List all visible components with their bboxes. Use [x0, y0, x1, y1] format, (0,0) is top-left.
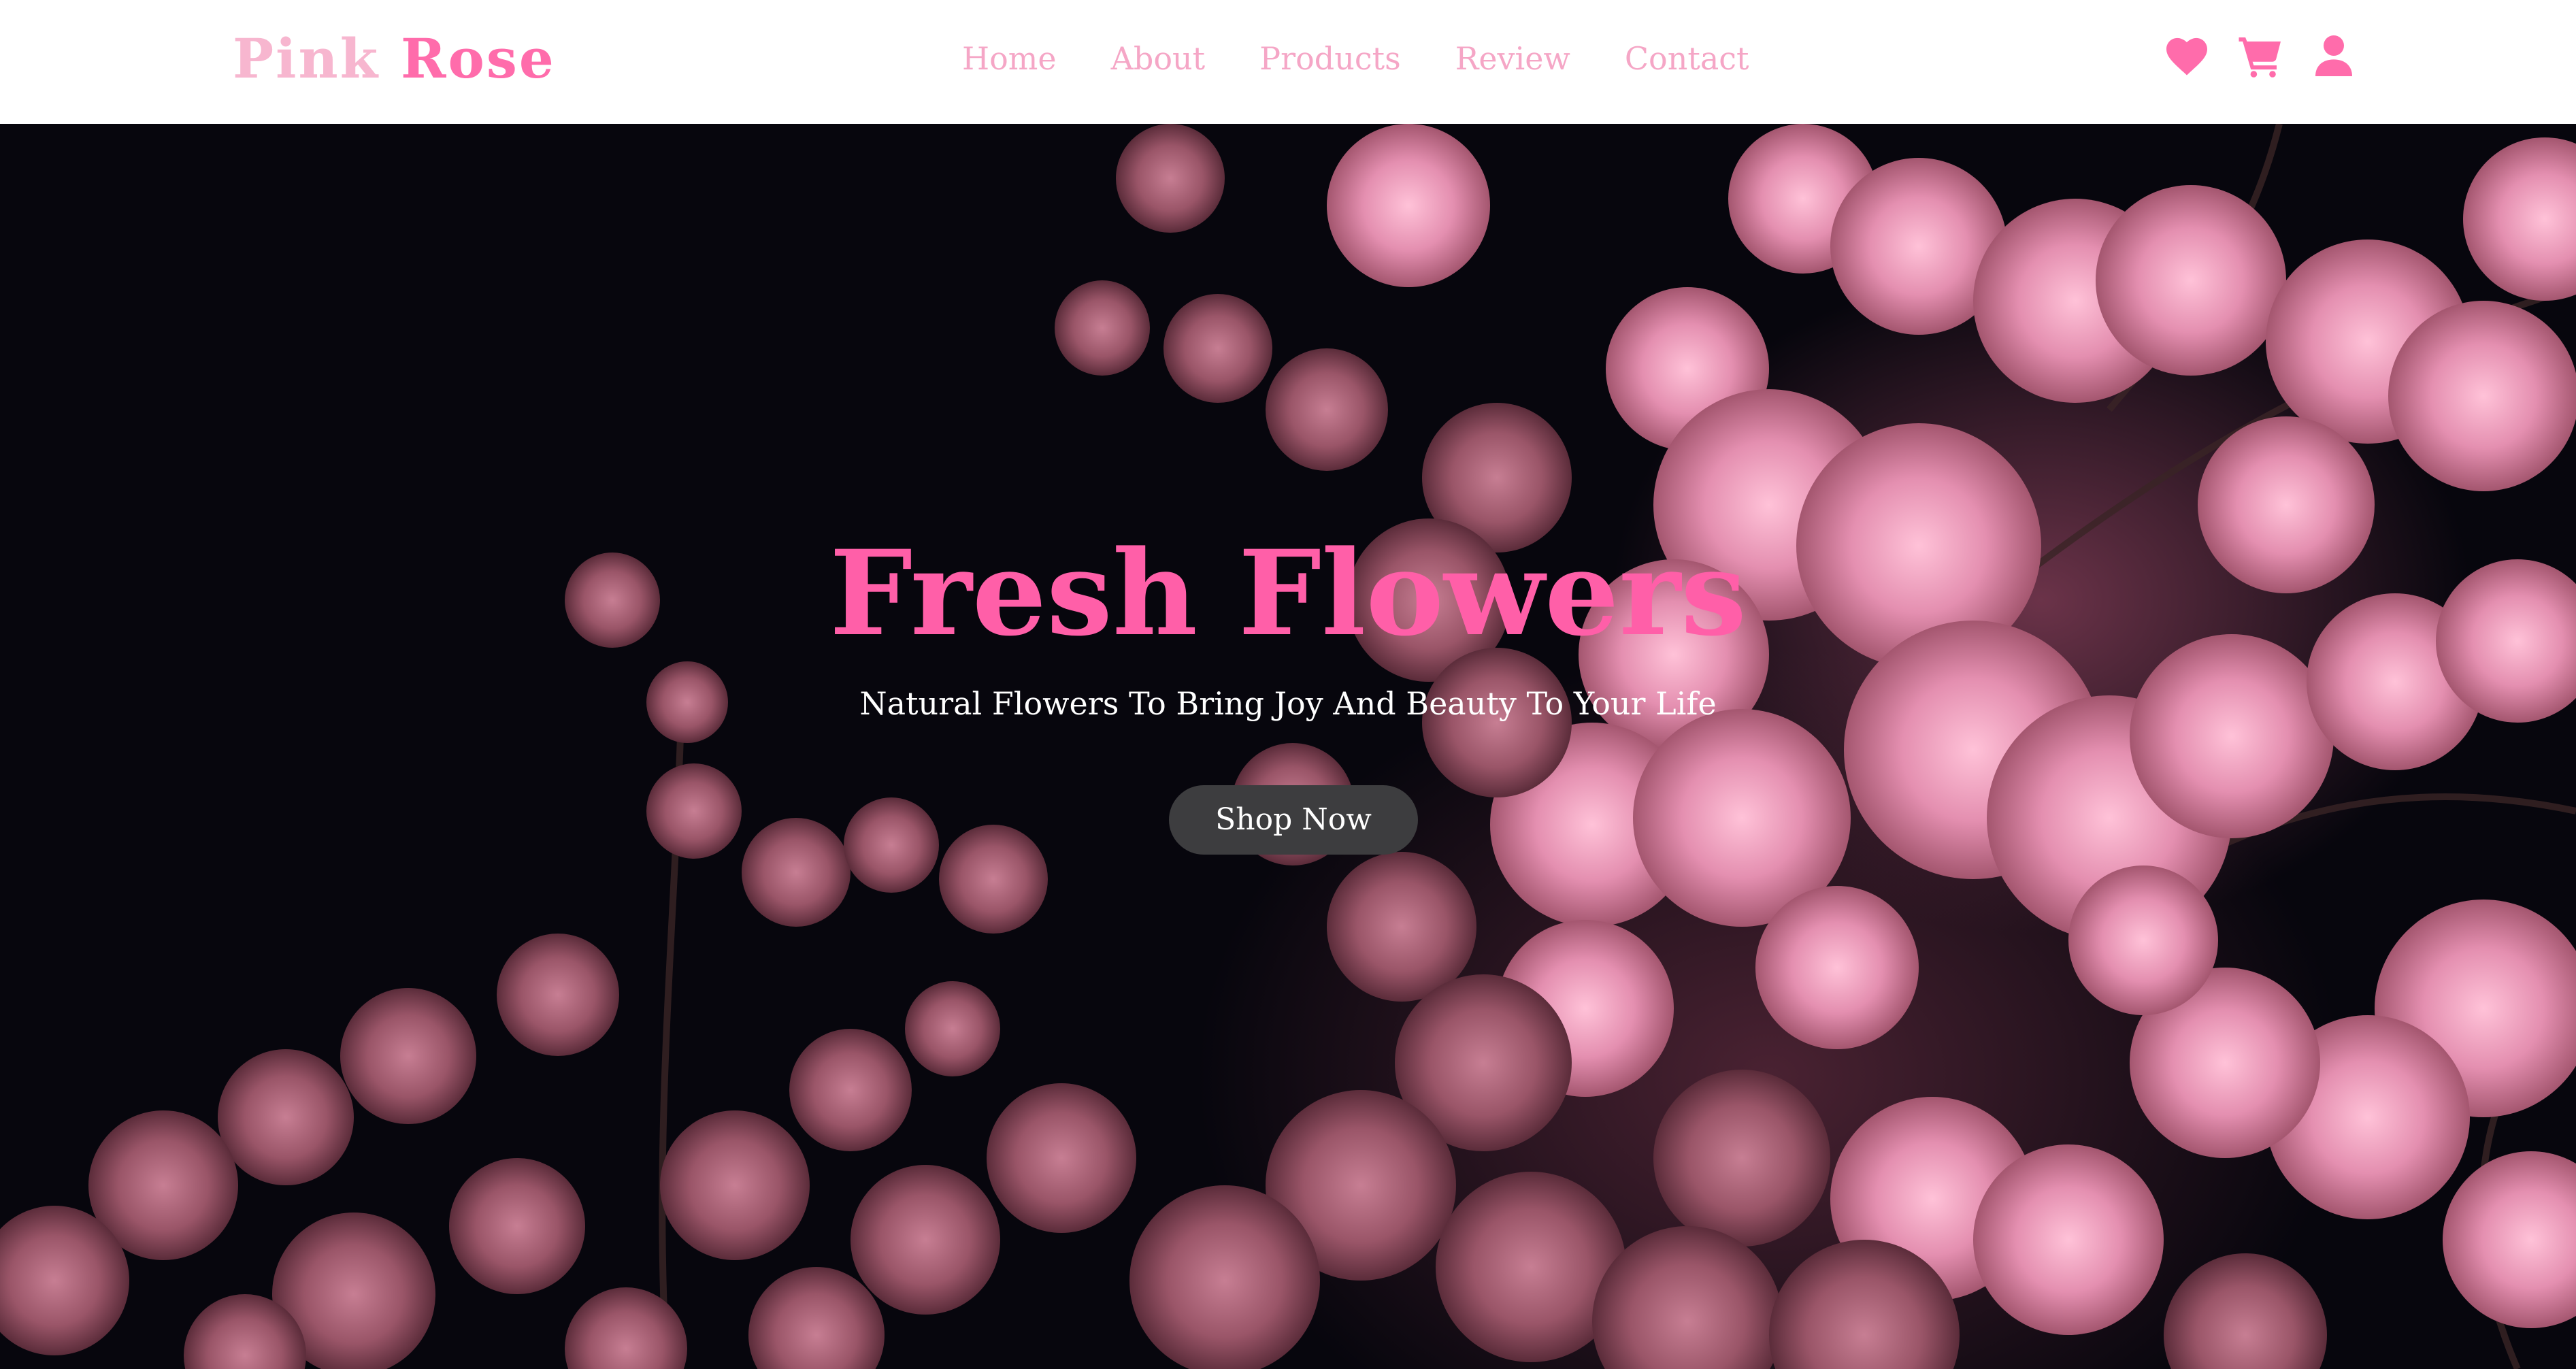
cart-icon[interactable]: [2236, 31, 2285, 80]
main-nav: Home About Products Review Contact: [962, 37, 1749, 80]
nav-link-about[interactable]: About: [1111, 40, 1205, 77]
brand-logo[interactable]: Pink Rose: [233, 27, 556, 90]
top-navbar: Pink Rose Home About Products Review Con…: [0, 0, 2576, 124]
nav-link-home[interactable]: Home: [962, 40, 1057, 77]
hero-subtitle: Natural Flowers To Bring Joy And Beauty …: [859, 685, 1717, 722]
hero-section: Fresh Flowers Natural Flowers To Bring J…: [0, 124, 2576, 1369]
nav-link-review[interactable]: Review: [1455, 40, 1570, 77]
nav-link-products[interactable]: Products: [1259, 40, 1401, 77]
nav-link-contact[interactable]: Contact: [1625, 40, 1749, 77]
brand-word-pink: Pink: [233, 27, 380, 90]
shop-now-button[interactable]: Shop Now: [1169, 785, 1418, 855]
header-icons: [2162, 31, 2358, 80]
hero-title: Fresh Flowers: [829, 524, 1747, 662]
user-icon[interactable]: [2309, 31, 2358, 80]
heart-icon[interactable]: [2162, 31, 2211, 80]
brand-word-rose: Rose: [401, 27, 556, 90]
blossom-background-image: [0, 124, 2576, 1369]
